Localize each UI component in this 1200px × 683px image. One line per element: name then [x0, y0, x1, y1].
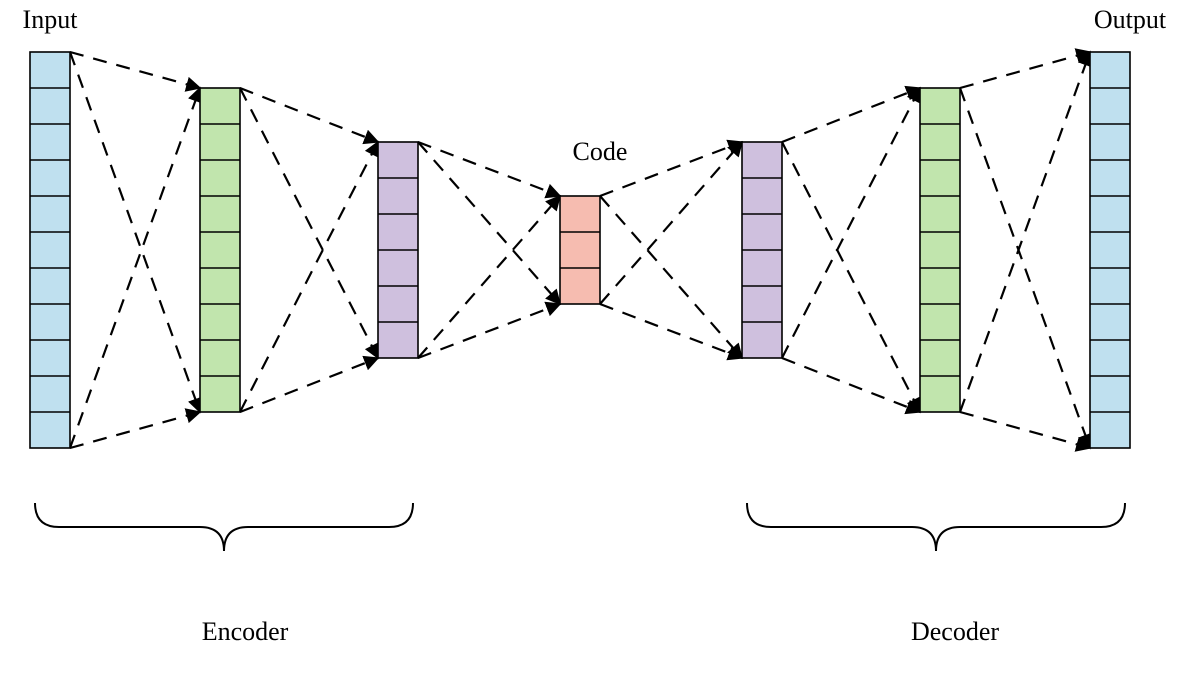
layer-L3 — [560, 196, 600, 304]
input-label: Input — [23, 5, 79, 34]
connection-arrow — [70, 88, 200, 448]
connection-arrow — [960, 412, 1090, 448]
connection-arrow — [960, 52, 1090, 88]
layer-L0 — [30, 52, 70, 448]
connection-arrow — [960, 52, 1090, 412]
output-label: Output — [1094, 5, 1167, 34]
connection-arrow — [782, 88, 920, 142]
connection-arrow — [70, 52, 200, 412]
connection-arrow — [240, 358, 378, 412]
connection-arrow — [600, 304, 742, 358]
connection-arrow — [600, 142, 742, 304]
connection-arrow — [960, 88, 1090, 448]
encoder-label: Encoder — [202, 617, 289, 646]
connection-arrow — [70, 412, 200, 448]
connection-arrow — [418, 304, 560, 358]
connection-arrow — [418, 196, 560, 358]
connection-arrow — [418, 142, 560, 196]
braces — [35, 503, 1125, 551]
decoder-label: Decoder — [911, 617, 999, 646]
connection-arrow — [240, 88, 378, 142]
connection-arrow — [782, 88, 920, 358]
layer-L2 — [378, 142, 418, 358]
connection-arrow — [240, 142, 378, 412]
code-label: Code — [573, 137, 628, 166]
layers — [30, 52, 1130, 448]
connection-arrow — [70, 52, 200, 88]
layer-L1 — [200, 88, 240, 412]
autoencoder-diagram: Input Output Code Encoder Decoder — [0, 0, 1200, 683]
connection-arrow — [418, 142, 560, 304]
connection-arrow — [782, 142, 920, 412]
layer-L5 — [920, 88, 960, 412]
connection-arrow — [782, 358, 920, 412]
connection-arrow — [240, 88, 378, 358]
decoder-brace — [747, 503, 1125, 551]
connection-arrow — [600, 196, 742, 358]
layer-L4 — [742, 142, 782, 358]
layer-L6 — [1090, 52, 1130, 448]
encoder-brace — [35, 503, 413, 551]
